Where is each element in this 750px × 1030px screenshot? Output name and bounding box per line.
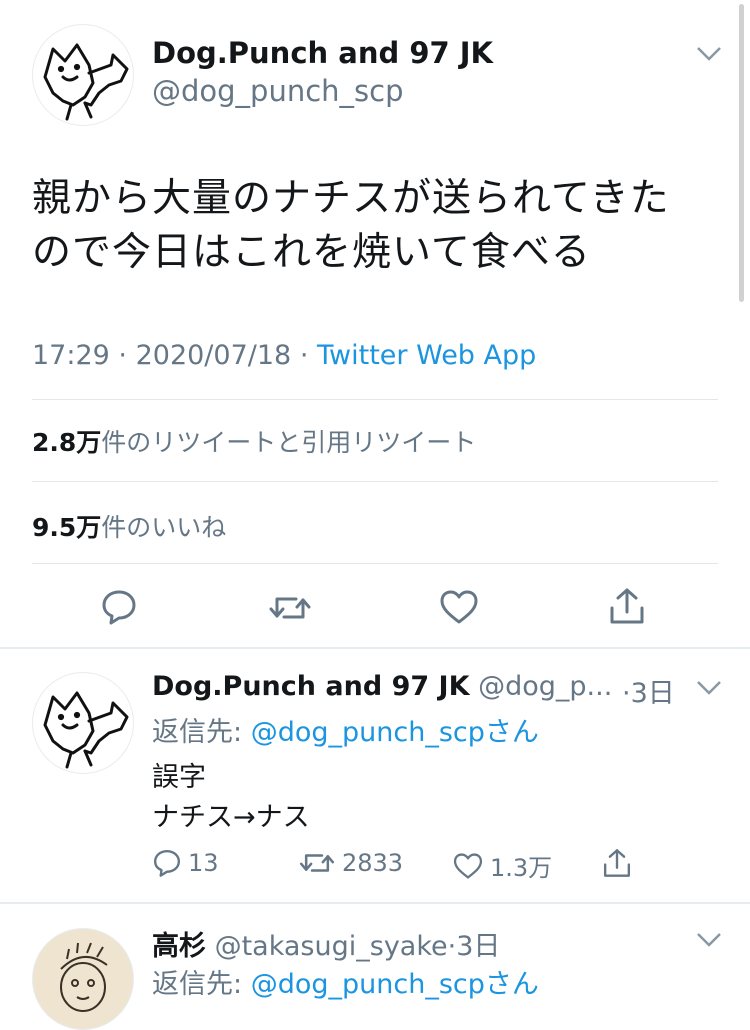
reply-header: 高杉 @takasugi_syake·3日 xyxy=(152,924,500,963)
reply-icon xyxy=(153,849,181,877)
divider xyxy=(32,399,718,400)
chevron-down-icon[interactable] xyxy=(696,46,722,62)
tweet-source-link[interactable]: Twitter Web App xyxy=(317,340,536,371)
display-name[interactable]: Dog.Punch and 97 JK xyxy=(152,671,470,702)
like-icon[interactable] xyxy=(438,588,480,626)
like-count: 1.3万 xyxy=(490,854,553,882)
scrollbar[interactable] xyxy=(739,4,744,302)
chevron-down-icon[interactable] xyxy=(696,680,722,696)
retweets-label: 件のリツイートと引用リツイート xyxy=(101,428,477,457)
tweet-time: 17:29 xyxy=(32,340,110,371)
divider xyxy=(32,481,718,482)
portrait-avatar-icon xyxy=(60,942,108,1012)
divider xyxy=(32,563,718,564)
section-divider xyxy=(0,902,750,904)
dog-avatar-icon xyxy=(43,691,129,769)
chevron-down-icon[interactable] xyxy=(696,932,722,948)
replying-to-link[interactable]: @dog_punch_scpさん xyxy=(251,969,539,1000)
share-icon[interactable] xyxy=(608,586,646,626)
replying-to-prefix: 返信先: xyxy=(152,717,243,748)
reply-time: ·3日 xyxy=(622,678,675,709)
tweet-text: 親から大量のナチスが送られてきた ので今日はこれを焼いて食べる xyxy=(32,172,670,280)
tweet-text-line: ので今日はこれを焼いて食べる xyxy=(32,230,591,275)
likes-stat[interactable]: 9.5万件のいいね xyxy=(32,508,226,544)
avatar[interactable] xyxy=(32,24,134,126)
likes-count: 9.5万 xyxy=(32,513,102,542)
reply-text-line: ナチス→ナス xyxy=(152,802,310,833)
retweet-icon[interactable] xyxy=(268,590,312,626)
handle[interactable]: @dog_punch_scp xyxy=(152,74,404,108)
dog-avatar-icon xyxy=(43,43,129,121)
share-icon[interactable] xyxy=(602,846,632,880)
replying-to-prefix: 返信先: xyxy=(152,969,243,1000)
like-icon xyxy=(453,852,483,879)
reply-header: Dog.Punch and 97 JK @dog_p... xyxy=(152,671,612,702)
reply-text: 誤字 ナチス→ナス xyxy=(152,758,310,838)
replying-to: 返信先: @dog_punch_scpさん xyxy=(152,710,539,749)
retweet-count: 2833 xyxy=(342,849,404,877)
handle[interactable]: @dog_p... xyxy=(478,671,612,702)
replying-to-link[interactable]: @dog_punch_scpさん xyxy=(251,717,539,748)
separator: · xyxy=(118,340,127,371)
retweet-button[interactable]: 2833 xyxy=(298,848,403,878)
reply-time: ·3日 xyxy=(447,931,501,962)
avatar[interactable] xyxy=(32,928,134,1030)
retweets-count: 2.8万 xyxy=(32,428,102,457)
separator: · xyxy=(299,340,309,371)
reply-count: 13 xyxy=(188,849,219,877)
tweet-meta: 17:29 · 2020/07/18 · Twitter Web App xyxy=(32,340,536,371)
reply-text-line: 誤字 xyxy=(152,762,206,793)
display-name[interactable]: Dog.Punch and 97 JK xyxy=(152,36,493,70)
retweet-icon xyxy=(299,854,335,872)
section-divider xyxy=(0,647,750,649)
tweet-date: 2020/07/18 xyxy=(135,340,292,371)
display-name[interactable]: 高杉 xyxy=(152,931,206,962)
likes-label: 件のいいね xyxy=(101,513,227,542)
like-button[interactable]: 1.3万 xyxy=(452,848,552,883)
tweet-text-line: 親から大量のナチスが送られてきた xyxy=(32,176,670,221)
avatar[interactable] xyxy=(32,672,134,774)
reply-button[interactable]: 13 xyxy=(152,848,219,878)
replying-to: 返信先: @dog_punch_scpさん xyxy=(152,962,539,1001)
handle[interactable]: @takasugi_syake xyxy=(215,931,448,962)
reply-icon[interactable] xyxy=(100,588,138,626)
retweets-stat[interactable]: 2.8万件のリツイートと引用リツイート xyxy=(32,423,476,459)
